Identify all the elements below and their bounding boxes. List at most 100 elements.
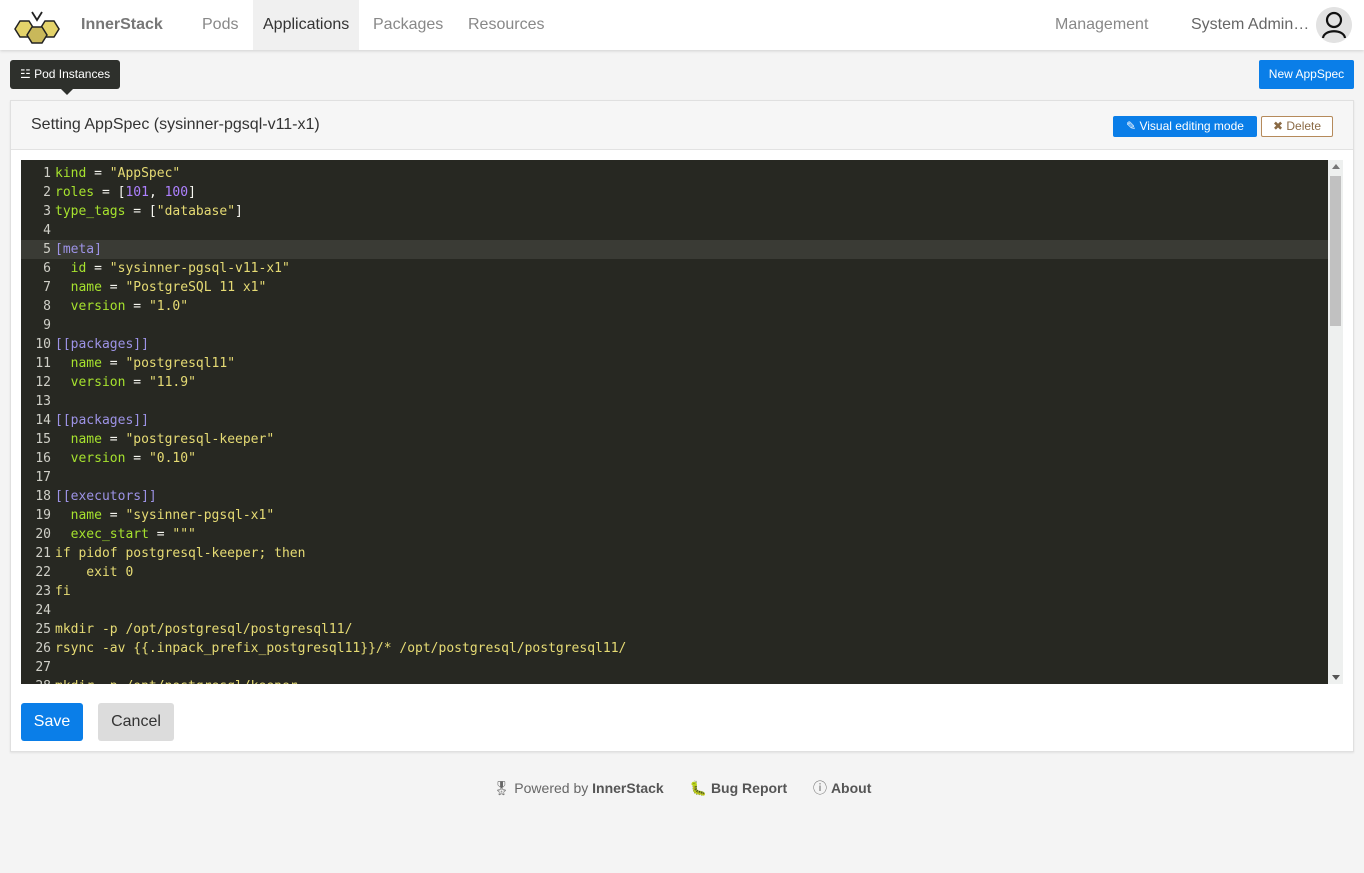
code-token: = — [125, 299, 149, 314]
code-token: , — [148, 185, 165, 200]
line-number: 28 — [21, 677, 51, 684]
powered-by-brand[interactable]: InnerStack — [592, 780, 664, 796]
line-number: 25 — [35, 622, 51, 637]
code-token: ] — [188, 185, 196, 200]
card-header: Setting AppSpec (sysinner-pgsql-v11-x1) … — [11, 101, 1353, 150]
nav-packages[interactable]: Packages — [363, 0, 453, 50]
bug-report-link[interactable]: 🐛 Bug Report — [690, 780, 791, 796]
line-number: 15 — [35, 432, 51, 447]
nav-pods[interactable]: Pods — [192, 0, 248, 50]
code-token: version — [55, 451, 126, 466]
top-navbar: InnerStack Pods Applications Packages Re… — [0, 0, 1364, 50]
code-line[interactable]: 10 [[packages]] — [21, 335, 1328, 354]
new-appspec-button[interactable]: New AppSpec — [1259, 60, 1354, 89]
pod-instances-button[interactable]: ☳ Pod Instances — [10, 60, 121, 95]
code-editor[interactable]: 1 kind = "AppSpec" 2 roles = [101, 100] 3 typ… — [21, 160, 1343, 684]
code-line[interactable]: 4 — [21, 221, 1328, 240]
code-token: version — [55, 299, 126, 314]
delete-button[interactable]: ✖ Delete — [1261, 116, 1333, 137]
user-avatar-icon[interactable] — [1316, 7, 1352, 43]
code-line[interactable]: 6 id = "sysinner-pgsql-v11-x1" — [21, 259, 1328, 278]
code-line[interactable]: 16 version = "0.10" — [21, 449, 1328, 468]
line-number: 26 — [35, 641, 51, 656]
about-link[interactable]: ⓘ About — [813, 780, 871, 796]
code-line[interactable]: 13 — [21, 392, 1328, 411]
code-line[interactable]: 1 kind = "AppSpec" — [21, 164, 1328, 183]
code-line[interactable]: 24 — [21, 601, 1328, 620]
innerstack-logo-icon[interactable] — [12, 8, 64, 44]
code-line[interactable]: 27 — [21, 658, 1328, 677]
code-token: = — [101, 432, 126, 447]
code-line[interactable]: 11 name = "postgresql11" — [21, 354, 1328, 373]
line-number: 5 — [43, 242, 51, 257]
code-line[interactable]: 14 [[packages]] — [21, 411, 1328, 430]
scroll-up-arrow-icon[interactable] — [1332, 164, 1340, 169]
powered-by[interactable]: 🎖 Powered by InnerStack — [493, 780, 668, 796]
code-token: "PostgreSQL 11 x1" — [125, 280, 267, 295]
scrollbar-thumb[interactable] — [1330, 176, 1341, 326]
code-line[interactable]: 18 [[executors]] — [21, 487, 1328, 506]
line-number: 6 — [43, 261, 51, 276]
line-number: 22 — [35, 565, 51, 580]
code-token: rsync -av {{.inpack_prefix_postgresql11}… — [55, 641, 627, 656]
line-number: 7 — [43, 280, 51, 295]
code-token: mkdir -p /opt/postgresql/postgresql11/ — [55, 622, 353, 637]
scroll-down-arrow-icon[interactable] — [1332, 675, 1340, 680]
code-token: version — [55, 375, 126, 390]
code-token: = — [125, 451, 149, 466]
code-line[interactable]: 3 type_tags = ["database"] — [21, 202, 1328, 221]
line-number: 27 — [35, 660, 51, 675]
code-line[interactable]: 21 if pidof postgresql-keeper; then — [21, 544, 1328, 563]
code-line[interactable]: 19 name = "sysinner-pgsql-x1" — [21, 506, 1328, 525]
line-number: 20 — [35, 527, 51, 542]
line-number: 1 — [43, 166, 51, 181]
code-token: name — [55, 432, 102, 447]
code-line[interactable]: 20 exec_start = """ — [21, 525, 1328, 544]
code-token: exit 0 — [55, 565, 134, 580]
code-line[interactable]: 8 version = "1.0" — [21, 297, 1328, 316]
editor-scrollbar[interactable] — [1328, 160, 1343, 684]
code-token: = — [86, 166, 110, 181]
code-line[interactable]: 7 name = "PostgreSQL 11 x1" — [21, 278, 1328, 297]
edit-icon: ✎ — [1126, 119, 1137, 133]
code-token: [[packages]] — [55, 413, 149, 428]
code-line[interactable]: 9 — [21, 316, 1328, 335]
code-line[interactable]: 26 rsync -av {{.inpack_prefix_postgresql1… — [21, 639, 1328, 658]
code-token: [meta] — [55, 242, 102, 257]
code-token: name — [55, 280, 102, 295]
code-line[interactable]: 17 — [21, 468, 1328, 487]
code-line[interactable]: 28 mkdir -p /opt/postgresql/keeper — [21, 677, 1328, 684]
line-number: 17 — [35, 470, 51, 485]
line-number: 3 — [43, 204, 51, 219]
code-token: = — [101, 280, 126, 295]
line-number: 24 — [35, 603, 51, 618]
visual-editing-mode-button[interactable]: ✎ Visual editing mode — [1113, 116, 1257, 137]
code-token: mkdir -p /opt/postgresql/keeper — [55, 679, 298, 684]
nav-applications[interactable]: Applications — [253, 0, 359, 50]
code-token: if pidof postgresql-keeper; then — [55, 546, 306, 561]
footer: 🎖 Powered by InnerStack 🐛 Bug Report ⓘ A… — [0, 778, 1364, 798]
code-line[interactable]: 2 roles = [101, 100] — [21, 183, 1328, 202]
code-token: = — [101, 508, 126, 523]
brand-name[interactable]: InnerStack — [81, 16, 163, 34]
user-name[interactable]: System Admin… — [1191, 16, 1309, 34]
cancel-button[interactable]: Cancel — [98, 703, 174, 741]
save-button[interactable]: Save — [21, 703, 83, 741]
code-line[interactable]: 12 version = "11.9" — [21, 373, 1328, 392]
nav-management[interactable]: Management — [1045, 0, 1158, 50]
line-number: 23 — [35, 584, 51, 599]
code-line[interactable]: 5 [meta] — [21, 240, 1328, 259]
line-number: 16 — [35, 451, 51, 466]
code-token: = — [125, 375, 149, 390]
line-number: 2 — [43, 185, 51, 200]
nav-resources[interactable]: Resources — [458, 0, 554, 50]
code-token: "database" — [156, 204, 236, 219]
info-icon: ⓘ — [813, 780, 828, 796]
code-line[interactable]: 22 exit 0 — [21, 563, 1328, 582]
code-line[interactable]: 15 name = "postgresql-keeper" — [21, 430, 1328, 449]
line-number: 19 — [35, 508, 51, 523]
code-line[interactable]: 23 fi — [21, 582, 1328, 601]
code-token: exec_start — [55, 527, 149, 542]
code-token: id — [55, 261, 87, 276]
code-line[interactable]: 25 mkdir -p /opt/postgresql/postgresql11/ — [21, 620, 1328, 639]
